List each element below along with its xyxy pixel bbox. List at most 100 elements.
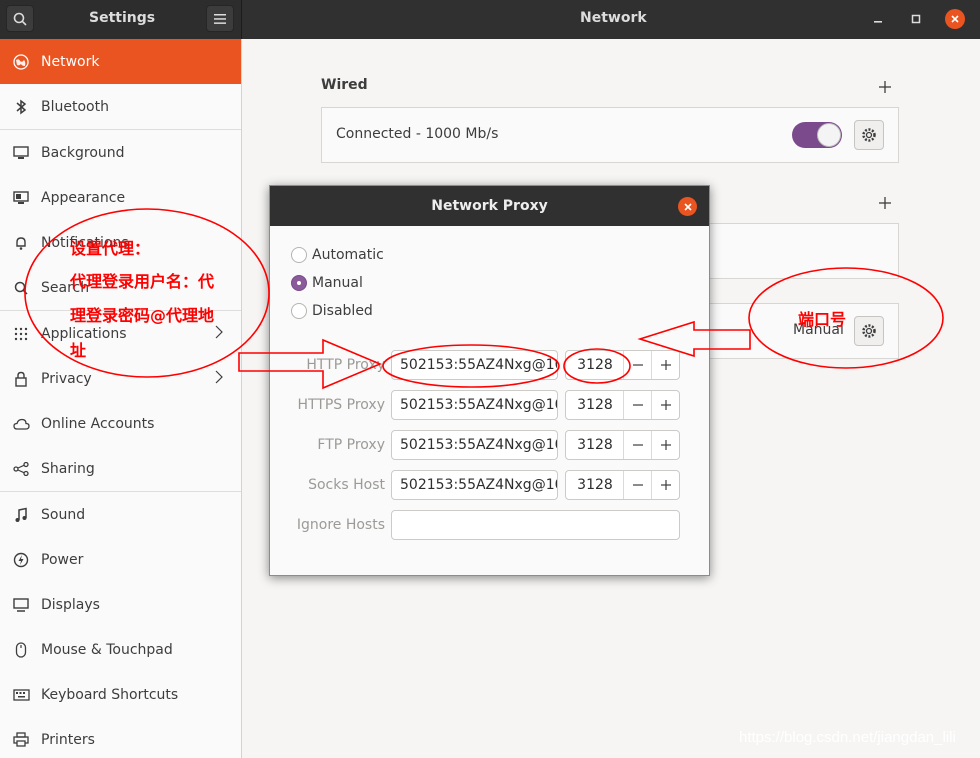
https-proxy-port-spinner[interactable]: 3128 [565, 390, 680, 420]
sharing-icon [12, 460, 30, 478]
background-icon [12, 144, 30, 162]
wired-toggle-switch[interactable] [792, 122, 842, 148]
maximize-icon [911, 14, 921, 24]
applications-icon [12, 325, 30, 343]
decrement-button[interactable] [623, 391, 651, 419]
printer-icon [12, 731, 30, 749]
sidebar-item-label: Bluetooth [41, 98, 109, 115]
increment-button[interactable] [651, 391, 679, 419]
keyboard-icon [12, 686, 30, 704]
sidebar-item-keyboard-shortcuts[interactable]: Keyboard Shortcuts [0, 672, 241, 717]
minimize-icon [874, 21, 882, 23]
sidebar-item-mouse-touchpad[interactable]: Mouse & Touchpad [0, 627, 241, 672]
increment-button[interactable] [651, 471, 679, 499]
sidebar-item-label: Appearance [41, 189, 126, 206]
increment-button[interactable] [651, 431, 679, 459]
dialog-close-button[interactable] [678, 197, 697, 216]
sidebar-item-online-accounts[interactable]: Online Accounts [0, 401, 241, 446]
chevron-right-icon [215, 370, 223, 384]
add-vpn-button[interactable] [878, 196, 892, 210]
privacy-icon [12, 370, 30, 388]
sidebar-item-label: Privacy [41, 370, 92, 387]
plus-icon [660, 360, 671, 370]
sidebar-item-label: Printers [41, 731, 95, 748]
ftp-proxy-host-input[interactable]: 502153:55AZ4Nxg@10 [391, 430, 558, 460]
sidebar-item-label: Sound [41, 506, 86, 523]
plus-icon [660, 440, 671, 450]
socks-port-spinner[interactable]: 3128 [565, 470, 680, 500]
network-proxy-dialog: Network Proxy Automatic Manual Disabled … [269, 185, 710, 576]
toggle-knob [817, 123, 841, 147]
plus-icon [660, 400, 671, 410]
wired-section-title: Wired [321, 77, 368, 93]
sidebar-item-printers[interactable]: Printers [0, 717, 241, 758]
sidebar-item-label: Sharing [41, 460, 95, 477]
search-button[interactable] [6, 5, 34, 32]
port-value[interactable]: 3128 [566, 351, 624, 379]
gear-icon [862, 324, 876, 338]
wired-status: Connected - 1000 Mb/s [336, 126, 499, 142]
sidebar-item-label: Displays [41, 596, 100, 613]
ignore-hosts-input[interactable] [391, 510, 680, 540]
sidebar-item-label: Online Accounts [41, 415, 155, 432]
http-proxy-host-input[interactable]: 502153:55AZ4Nxg@10 [391, 350, 558, 380]
minus-icon [632, 404, 643, 406]
radio-label: Automatic [312, 247, 384, 263]
decrement-button[interactable] [623, 351, 651, 379]
close-button[interactable] [945, 9, 965, 29]
radio-automatic[interactable]: Automatic [291, 245, 384, 265]
power-icon [12, 551, 30, 569]
radio-indicator [291, 303, 307, 319]
ftp-proxy-label: FTP Proxy [317, 437, 385, 453]
maximize-button[interactable] [906, 9, 926, 29]
sidebar-item-displays[interactable]: Displays [0, 582, 241, 627]
sidebar-item-privacy[interactable]: Privacy [0, 356, 241, 401]
app-title: Settings [89, 10, 156, 26]
radio-label: Disabled [312, 303, 373, 319]
minimize-button[interactable] [868, 9, 888, 29]
increment-button[interactable] [651, 351, 679, 379]
socks-host-input[interactable]: 502153:55AZ4Nxg@10 [391, 470, 558, 500]
search-icon [12, 279, 30, 297]
decrement-button[interactable] [623, 431, 651, 459]
sidebar-item-sharing[interactable]: Sharing [0, 446, 241, 491]
sidebar-item-power[interactable]: Power [0, 537, 241, 582]
close-icon [683, 202, 692, 211]
watermark: https://blog.csdn.net/jiangdan_lili [739, 729, 956, 746]
close-icon [951, 15, 959, 23]
sidebar-item-network[interactable]: Network [0, 39, 241, 84]
annotation-port-label: 端口号 [798, 310, 847, 329]
sidebar-item-sound[interactable]: Sound [0, 492, 241, 537]
https-proxy-label: HTTPS Proxy [297, 397, 385, 413]
port-value[interactable]: 3128 [566, 471, 624, 499]
proxy-settings-button[interactable] [854, 316, 884, 346]
decrement-button[interactable] [623, 471, 651, 499]
minus-icon [632, 364, 643, 366]
socks-host-label: Socks Host [308, 477, 385, 493]
port-value[interactable]: 3128 [566, 391, 624, 419]
sidebar-item-bluetooth[interactable]: Bluetooth [0, 84, 241, 129]
radio-manual[interactable]: Manual [291, 273, 363, 293]
http-proxy-port-spinner[interactable]: 3128 [565, 350, 680, 380]
annotation-text-line4: 址 [70, 341, 87, 360]
http-proxy-label: HTTP Proxy [306, 357, 385, 373]
annotation-text-line3: 理登录密码@代理地 [70, 306, 215, 325]
radio-disabled[interactable]: Disabled [291, 301, 373, 321]
https-proxy-host-input[interactable]: 502153:55AZ4Nxg@10 [391, 390, 558, 420]
ftp-proxy-port-spinner[interactable]: 3128 [565, 430, 680, 460]
minus-icon [632, 444, 643, 446]
search-icon [13, 12, 27, 26]
wired-settings-button[interactable] [854, 120, 884, 150]
gear-icon [862, 128, 876, 142]
add-wired-connection-button[interactable] [878, 80, 892, 94]
radio-indicator [291, 275, 307, 291]
menu-button[interactable] [206, 5, 234, 32]
ignore-hosts-label: Ignore Hosts [296, 517, 385, 533]
port-value[interactable]: 3128 [566, 431, 624, 459]
sidebar-item-background[interactable]: Background [0, 130, 241, 175]
dialog-title: Network Proxy [431, 198, 548, 214]
appearance-icon [12, 189, 30, 207]
sidebar-item-label: Mouse & Touchpad [41, 641, 173, 658]
plus-icon [660, 480, 671, 490]
sidebar-item-appearance[interactable]: Appearance [0, 175, 241, 220]
